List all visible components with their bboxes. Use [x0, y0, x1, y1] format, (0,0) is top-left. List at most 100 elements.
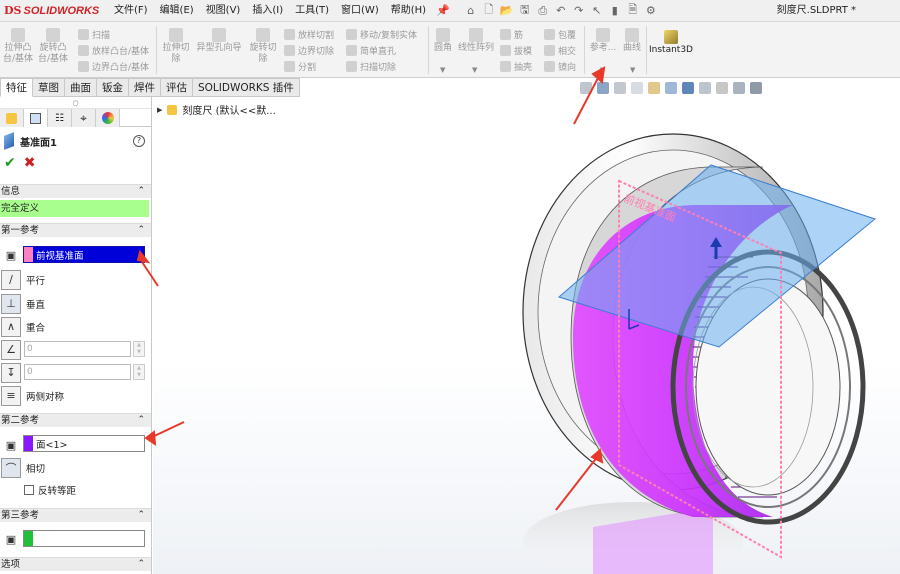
solidworks-logo[interactable]: DS SOLIDWORKS — [0, 0, 99, 22]
intersect-button[interactable]: 相交 — [544, 44, 576, 57]
tab-weldments[interactable]: 焊件 — [129, 78, 161, 97]
view-settings-icon[interactable] — [750, 82, 762, 94]
collapse-icon[interactable]: ⌃ — [137, 414, 145, 427]
graphics-area[interactable]: ▶ 刻度尺 (默认<<默... 前视基准面 — [153, 97, 900, 574]
print-icon[interactable]: ⎙ — [536, 4, 550, 18]
swept-cut-button[interactable]: 扫描切除 — [346, 60, 396, 73]
hole-wizard-button[interactable]: 异型孔向导 — [194, 28, 244, 54]
ok-button[interactable]: ✔ — [4, 155, 16, 171]
mirror-button[interactable]: 镜向 — [544, 60, 576, 73]
feature-manager-tab-icon[interactable] — [0, 109, 24, 127]
move-copy-button[interactable]: 移动/复制实体 — [346, 28, 417, 41]
menu-window[interactable]: 窗口(W) — [335, 0, 385, 22]
boundary-cut-button[interactable]: 边界切除 — [284, 44, 334, 57]
edit-appearance-icon[interactable] — [716, 82, 728, 94]
revolve-cut-button[interactable]: 旋转切除 — [246, 28, 280, 65]
boundary-boss-button[interactable]: 边界凸台/基体 — [78, 60, 149, 73]
extrude-cut-button[interactable]: 拉伸切除 — [160, 28, 192, 65]
offset-option[interactable]: ↧ — [0, 362, 21, 383]
loft-cut-button[interactable]: 放样切割 — [284, 28, 334, 41]
zoom-area-icon[interactable] — [597, 82, 609, 94]
angle-input[interactable]: 0 — [24, 341, 131, 357]
extrude-boss-button[interactable]: 拉伸凸台/基体 — [2, 28, 34, 65]
display-manager-tab-icon[interactable] — [96, 109, 120, 127]
menu-file[interactable]: 文件(F) — [108, 0, 154, 22]
pin-icon[interactable]: 📌 — [436, 4, 450, 17]
third-reference-header[interactable]: 第三参考 ⌃ — [0, 508, 151, 522]
help-icon[interactable]: ? — [133, 135, 145, 147]
tab-surfaces[interactable]: 曲面 — [65, 78, 97, 97]
select-icon[interactable]: ↖ — [590, 4, 604, 17]
menu-tools[interactable]: 工具(T) — [289, 0, 335, 22]
dynamic-annotation-icon[interactable] — [648, 82, 660, 94]
hide-show-items-icon[interactable] — [699, 82, 711, 94]
mid-plane-option[interactable]: ≡ 两侧对称 — [0, 385, 64, 406]
apply-scene-icon[interactable] — [733, 82, 745, 94]
panel-grip-icon[interactable]: ○ — [0, 97, 151, 109]
configuration-manager-tab-icon[interactable]: ☷ — [48, 109, 72, 127]
save-icon[interactable]: 🖫 — [518, 1, 532, 20]
tab-evaluate[interactable]: 评估 — [161, 78, 193, 97]
pattern-dropdown-icon[interactable]: ▼ — [472, 66, 477, 74]
new-document-icon[interactable]: 🗋 — [482, 1, 496, 20]
offset-spinner[interactable]: ▲ ▼ — [133, 364, 145, 380]
flip-offset-checkbox[interactable] — [24, 485, 34, 495]
menu-help[interactable]: 帮助(H) — [385, 0, 432, 22]
open-icon[interactable]: 📂 — [500, 4, 514, 17]
undo-icon[interactable]: ↶ — [554, 4, 568, 17]
second-reference-selection[interactable]: 面<1> — [23, 435, 145, 452]
revolve-boss-button[interactable]: 旋转凸台/基体 — [36, 28, 70, 65]
tab-addins[interactable]: SOLIDWORKS 插件 — [193, 78, 300, 97]
tab-sketch[interactable]: 草图 — [33, 78, 65, 97]
simple-hole-button[interactable]: 简单直孔 — [346, 44, 396, 57]
menu-edit[interactable]: 编辑(E) — [154, 0, 200, 22]
angle-option[interactable]: ∠ — [0, 339, 21, 360]
collapse-icon[interactable]: ⌃ — [137, 185, 145, 198]
rib-button[interactable]: 筋 — [500, 28, 523, 41]
model-viewport[interactable]: 前视基准面 — [153, 97, 900, 574]
menu-insert[interactable]: 插入(I) — [246, 0, 289, 22]
rebuild-icon[interactable]: ▮ — [608, 4, 622, 17]
shell-button[interactable]: 抽壳 — [500, 60, 532, 73]
curves-dropdown-icon[interactable]: ▼ — [630, 66, 635, 74]
menu-view[interactable]: 视图(V) — [200, 0, 247, 22]
display-style-icon[interactable] — [682, 82, 694, 94]
collapse-icon[interactable]: ⌃ — [137, 558, 145, 571]
angle-spinner[interactable]: ▲ ▼ — [133, 341, 145, 357]
curves-button[interactable]: 曲线 — [620, 28, 644, 54]
fillet-button[interactable]: 圆角 — [430, 28, 456, 54]
home-icon[interactable]: ⌂ — [464, 4, 478, 17]
coincident-option[interactable]: ∧ 重合 — [0, 316, 45, 337]
dimxpert-tab-icon[interactable]: ⌖ — [72, 109, 96, 127]
tangent-option[interactable]: ⌒ 相切 — [0, 457, 45, 478]
collapse-icon[interactable]: ⌃ — [137, 509, 145, 522]
view-orientation-icon[interactable] — [665, 82, 677, 94]
options-header[interactable]: 选项 ⌃ — [0, 557, 151, 571]
collapse-icon[interactable]: ⌃ — [137, 224, 145, 237]
fillet-dropdown-icon[interactable]: ▼ — [440, 66, 445, 74]
file-properties-icon[interactable]: 🗎 — [626, 1, 640, 20]
perpendicular-option[interactable]: ⊥ 垂直 — [0, 293, 45, 314]
first-reference-header[interactable]: 第一参考 ⌃ — [0, 223, 151, 237]
first-reference-selection[interactable]: 前视基准面 — [23, 246, 145, 263]
third-reference-selection[interactable] — [23, 530, 145, 547]
previous-view-icon[interactable] — [614, 82, 626, 94]
second-reference-header[interactable]: 第二参考 ⌃ — [0, 413, 151, 427]
instant3d-button[interactable]: Instant3D — [648, 30, 694, 56]
reference-geometry-button[interactable]: 参考... — [588, 28, 618, 54]
parallel-option[interactable]: ∕ 平行 — [0, 269, 45, 290]
wrap-button[interactable]: 包覆 — [544, 28, 576, 41]
property-manager-tab-icon[interactable] — [24, 109, 48, 127]
tab-sheet-metal[interactable]: 钣金 — [97, 78, 129, 97]
info-section-header[interactable]: 信息 ⌃ — [0, 184, 151, 198]
offset-input[interactable]: 0 — [24, 364, 131, 380]
zoom-to-fit-icon[interactable] — [580, 82, 592, 94]
redo-icon[interactable]: ↷ — [572, 4, 586, 17]
reference-dropdown-icon[interactable]: ▼ — [600, 66, 605, 74]
split-button[interactable]: 分割 — [284, 60, 316, 73]
loft-boss-button[interactable]: 放样凸台/基体 — [78, 44, 149, 57]
linear-pattern-button[interactable]: 线性阵列 — [456, 28, 496, 54]
section-view-icon[interactable] — [631, 82, 643, 94]
draft-button[interactable]: 拔模 — [500, 44, 532, 57]
tab-features[interactable]: 特征 — [0, 78, 33, 97]
